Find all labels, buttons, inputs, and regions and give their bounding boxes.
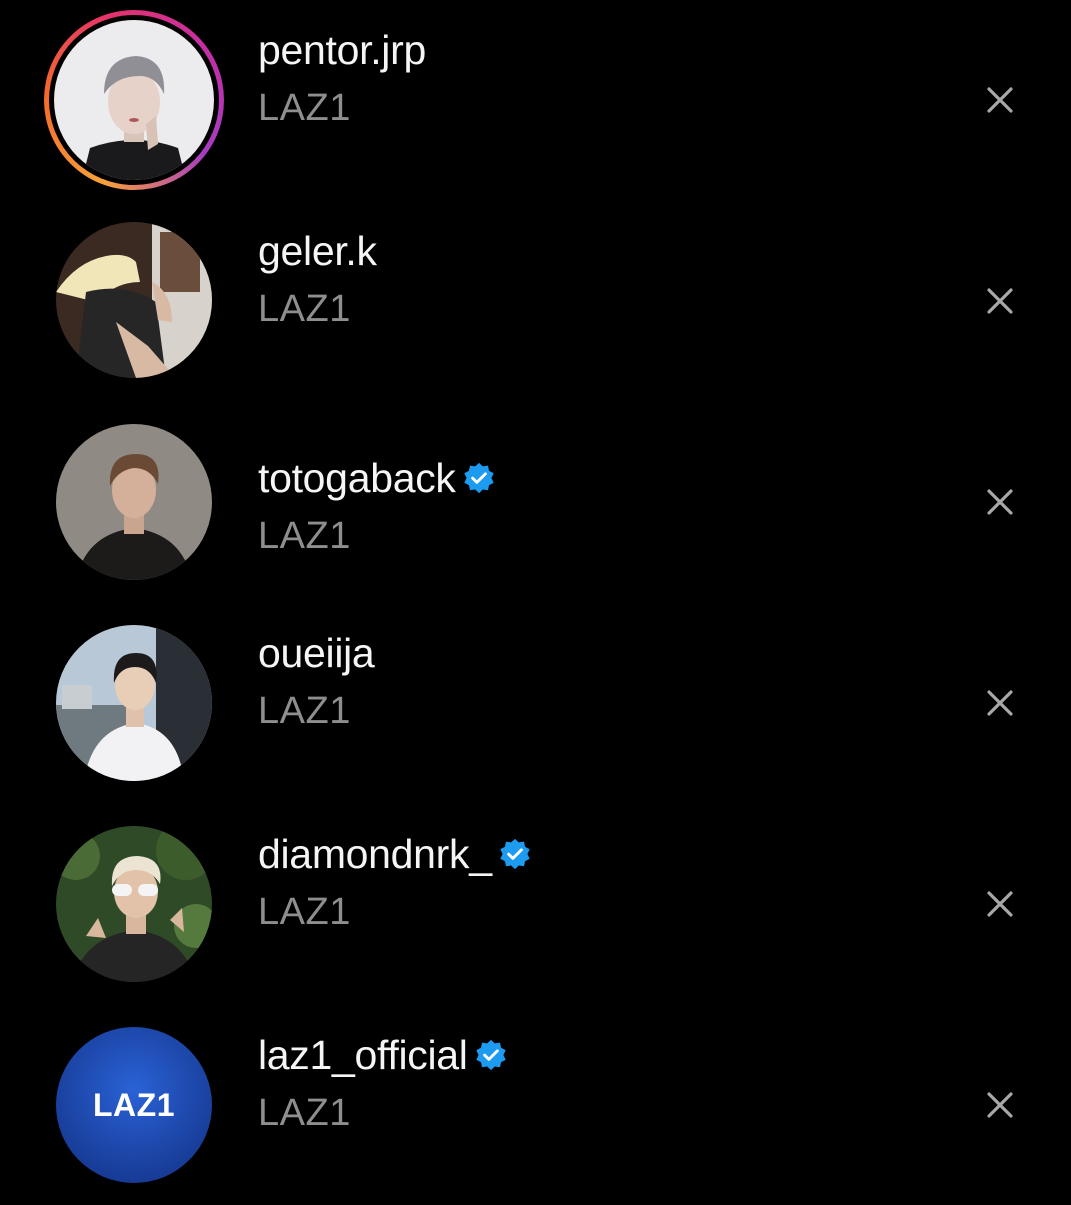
username[interactable]: totogaback [258,458,496,499]
account-subtitle: LAZ1 [258,87,351,129]
account-text: geler.k LAZ1 [258,231,377,330]
list-item-account[interactable]: LAZ1 laz1_official LAZ1 [0,1005,1071,1205]
close-icon [987,891,1013,917]
list-item-account[interactable]: pentor.jrp LAZ1 [0,0,1071,200]
close-icon [987,690,1013,716]
remove-suggestion-button[interactable] [978,279,1022,323]
avatar[interactable]: LAZ1 [56,1027,212,1183]
account-subtitle: LAZ1 [258,690,351,732]
avatar[interactable] [56,625,212,781]
username[interactable]: geler.k [258,231,377,272]
verified-badge-icon [500,838,530,869]
list-item-account[interactable]: diamondnrk_ LAZ1 [0,804,1071,1004]
account-text: totogaback LAZ1 [258,458,496,555]
username[interactable]: pentor.jrp [258,30,426,71]
remove-suggestion-button[interactable] [978,78,1022,122]
account-subtitle: LAZ1 [258,891,351,933]
account-subtitle: LAZ1 [258,515,351,557]
remove-suggestion-button[interactable] [978,480,1022,524]
account-subtitle: LAZ1 [258,288,351,330]
avatar[interactable] [56,222,212,378]
close-icon [987,489,1013,515]
avatar-image [56,222,212,378]
verified-badge-icon [475,1039,506,1070]
avatar-image: LAZ1 [56,1027,212,1183]
list-item-account[interactable]: oueiija LAZ1 [0,603,1071,803]
username-label: totogaback [258,455,456,501]
account-text: pentor.jrp LAZ1 [258,30,426,129]
avatar-image [56,424,212,580]
account-subtitle: LAZ1 [258,1092,351,1134]
username[interactable]: laz1_official [258,1035,508,1076]
suggested-accounts-list: pentor.jrp LAZ1 geler.k LAZ1 totogaback … [0,0,1071,1200]
list-item-account[interactable]: geler.k LAZ1 [0,201,1071,401]
username-label: pentor.jrp [258,27,426,73]
username-label: geler.k [258,228,377,274]
close-icon [987,87,1013,113]
avatar-image [54,20,214,180]
username[interactable]: diamondnrk_ [258,834,532,875]
logo-wordmark: LAZ1 [93,1086,175,1123]
username[interactable]: oueiija [258,630,375,676]
avatar[interactable] [56,424,212,580]
list-item-account[interactable]: totogaback LAZ1 [0,402,1071,602]
account-text: diamondnrk_ LAZ1 [258,834,532,931]
verified-badge-icon [463,462,494,493]
username-label: diamondnrk_ [258,831,492,877]
avatar-image [56,826,212,982]
avatar-image [56,625,212,781]
username-label: oueiija [258,630,375,676]
username-label: laz1_official [258,1032,468,1078]
account-text: laz1_official LAZ1 [258,1035,508,1132]
remove-suggestion-button[interactable] [978,882,1022,926]
remove-suggestion-button[interactable] [978,1083,1022,1127]
account-text: oueiija LAZ1 [258,630,375,732]
close-icon [987,288,1013,314]
avatar[interactable] [44,10,224,190]
close-icon [987,1092,1013,1118]
avatar[interactable] [56,826,212,982]
remove-suggestion-button[interactable] [978,681,1022,725]
